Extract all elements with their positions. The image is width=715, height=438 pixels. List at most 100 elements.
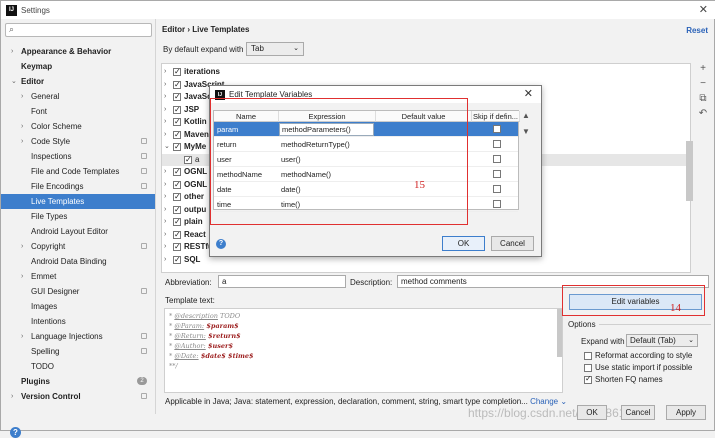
sidebar-item[interactable]: TODO <box>1 359 155 374</box>
template-checkbox[interactable] <box>173 141 181 153</box>
sidebar-item[interactable]: › Appearance & Behavior <box>1 44 155 59</box>
reset-link[interactable]: Reset <box>686 26 708 35</box>
chevron-down-icon[interactable]: ⌄ <box>164 141 170 153</box>
remove-icon[interactable]: − <box>697 78 709 93</box>
chevron-right-icon[interactable]: › <box>164 104 166 116</box>
template-checkbox[interactable] <box>173 104 181 116</box>
chevron-right-icon[interactable]: › <box>164 254 166 266</box>
editor-scrollbar[interactable] <box>557 309 562 357</box>
sidebar-item[interactable]: › Emmet <box>1 269 155 284</box>
chevron-right-icon[interactable]: › <box>164 79 166 91</box>
copy-icon[interactable]: ⧉ <box>697 93 709 108</box>
template-checkbox[interactable] <box>173 191 181 203</box>
template-checkbox[interactable] <box>184 154 192 166</box>
restore-icon[interactable]: ↶ <box>697 108 709 123</box>
apply-button[interactable]: Apply <box>666 405 706 420</box>
sidebar-item[interactable]: Plugins 2 <box>1 374 155 389</box>
template-group-row[interactable]: › iterations <box>162 66 690 79</box>
chevron-right-icon[interactable]: › <box>164 129 166 141</box>
skip-if-defined-checkbox[interactable] <box>493 125 501 133</box>
template-checkbox[interactable] <box>173 241 181 253</box>
chevron-right-icon[interactable]: › <box>11 44 13 59</box>
tree-scrollbar[interactable] <box>686 141 693 201</box>
template-checkbox[interactable] <box>173 179 181 191</box>
template-checkbox[interactable] <box>173 216 181 228</box>
sidebar-item[interactable]: Keymap <box>1 59 155 74</box>
abbreviation-field[interactable]: a <box>218 275 346 288</box>
close-icon[interactable]: ✕ <box>524 87 533 100</box>
move-down-icon[interactable]: ▼ <box>522 127 530 136</box>
chevron-right-icon[interactable]: › <box>164 229 166 241</box>
chevron-right-icon[interactable]: › <box>21 239 23 254</box>
option-checkbox[interactable] <box>584 363 592 372</box>
sidebar-item[interactable]: › Copyright <box>1 239 155 254</box>
sidebar-item[interactable]: Inspections <box>1 149 155 164</box>
help-icon[interactable]: ? <box>10 427 21 438</box>
help-icon[interactable]: ? <box>216 239 226 249</box>
chevron-right-icon[interactable]: › <box>164 204 166 216</box>
template-checkbox[interactable] <box>173 91 181 103</box>
change-context-link[interactable]: Change ⌄ <box>530 397 567 406</box>
chevron-right-icon[interactable]: › <box>21 119 23 134</box>
expand-with-option-select[interactable]: Default (Tab) ⌄ <box>626 334 698 347</box>
skip-if-defined-checkbox[interactable] <box>493 200 501 208</box>
sidebar-item[interactable]: GUI Designer <box>1 284 155 299</box>
option-checkbox-row[interactable]: Use static import if possible <box>584 363 692 373</box>
template-checkbox[interactable] <box>173 66 181 78</box>
sidebar-item[interactable]: ⌄ Editor <box>1 74 155 89</box>
sidebar-item[interactable]: › Code Style <box>1 134 155 149</box>
chevron-right-icon[interactable]: › <box>164 191 166 203</box>
sidebar-item[interactable]: Android Layout Editor <box>1 224 155 239</box>
close-icon[interactable]: ✕ <box>699 3 708 16</box>
sidebar-item[interactable]: Images <box>1 299 155 314</box>
chevron-right-icon[interactable]: › <box>164 216 166 228</box>
ok-button[interactable]: OK <box>577 405 607 420</box>
chevron-right-icon[interactable]: › <box>164 116 166 128</box>
move-up-icon[interactable]: ▲ <box>522 111 530 120</box>
expand-with-select[interactable]: Tab ⌄ <box>246 42 304 56</box>
template-checkbox[interactable] <box>173 254 181 266</box>
skip-if-defined-checkbox[interactable] <box>493 155 501 163</box>
chevron-right-icon[interactable]: › <box>11 389 13 404</box>
sidebar-item[interactable]: File and Code Templates <box>1 164 155 179</box>
option-checkbox[interactable] <box>584 374 592 384</box>
chevron-right-icon[interactable]: › <box>164 179 166 191</box>
sidebar-item[interactable]: › Language Injections <box>1 329 155 344</box>
dialog-ok-button[interactable]: OK <box>442 236 485 251</box>
sidebar-item[interactable]: Spelling <box>1 344 155 359</box>
sidebar-item[interactable]: Font <box>1 104 155 119</box>
sidebar-item[interactable]: › General <box>1 89 155 104</box>
sidebar-item[interactable]: File Types <box>1 209 155 224</box>
chevron-right-icon[interactable]: › <box>164 166 166 178</box>
option-checkbox-row[interactable]: Reformat according to style <box>584 351 692 361</box>
template-checkbox[interactable] <box>173 129 181 141</box>
template-checkbox[interactable] <box>173 204 181 216</box>
skip-if-defined-checkbox[interactable] <box>493 140 501 148</box>
sidebar-item[interactable]: Android Data Binding <box>1 254 155 269</box>
template-checkbox[interactable] <box>173 229 181 241</box>
dialog-cancel-button[interactable]: Cancel <box>491 236 534 251</box>
option-checkbox[interactable] <box>584 351 592 360</box>
sidebar-item[interactable]: › Version Control <box>1 389 155 404</box>
template-checkbox[interactable] <box>173 116 181 128</box>
chevron-right-icon[interactable]: › <box>21 329 23 344</box>
skip-if-defined-checkbox[interactable] <box>493 185 501 193</box>
settings-search-input[interactable]: ⌕ <box>5 23 152 37</box>
chevron-right-icon[interactable]: › <box>21 89 23 104</box>
chevron-right-icon[interactable]: › <box>164 91 166 103</box>
sidebar-item[interactable]: › Color Scheme <box>1 119 155 134</box>
column-header-skip-if-defined[interactable]: Skip if defin... <box>472 111 520 122</box>
template-checkbox[interactable] <box>173 79 181 91</box>
template-text-editor[interactable]: * @description TODO * @Param: $param$ * @R… <box>164 308 563 393</box>
chevron-down-icon[interactable]: ⌄ <box>11 74 17 89</box>
chevron-right-icon[interactable]: › <box>164 66 166 78</box>
option-checkbox-row[interactable]: Shorten FQ names <box>584 374 663 385</box>
chevron-right-icon[interactable]: › <box>164 241 166 253</box>
sidebar-item[interactable]: Intentions <box>1 314 155 329</box>
chevron-right-icon[interactable]: › <box>21 269 23 284</box>
template-checkbox[interactable] <box>173 166 181 178</box>
sidebar-item[interactable]: Live Templates <box>1 194 155 209</box>
add-icon[interactable]: + <box>697 63 709 78</box>
skip-if-defined-checkbox[interactable] <box>493 170 501 178</box>
sidebar-item[interactable]: File Encodings <box>1 179 155 194</box>
